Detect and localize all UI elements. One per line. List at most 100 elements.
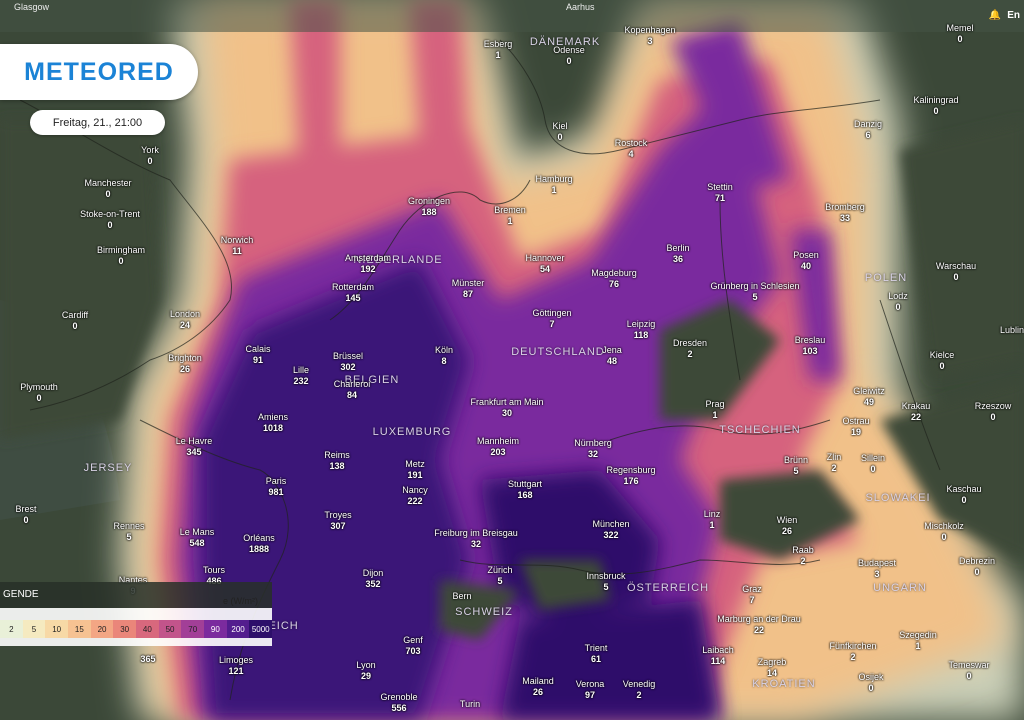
city-marker[interactable]: Kaliningrad 0 — [913, 95, 958, 117]
city-marker[interactable]: Mannheim 203 — [477, 436, 519, 458]
city-marker[interactable]: Raab 2 — [792, 545, 814, 567]
city-marker[interactable]: Fünfkirchen 2 — [829, 641, 876, 663]
city-marker[interactable]: Budapest 3 — [858, 558, 896, 580]
city-marker[interactable]: Temeswar 0 — [948, 660, 989, 682]
brand-logo[interactable]: METEORED — [0, 44, 198, 100]
city-marker[interactable]: Berlin 36 — [666, 243, 689, 265]
city-marker[interactable]: Kielce 0 — [930, 350, 955, 372]
city-marker[interactable]: Sillein 0 — [861, 453, 885, 475]
city-marker[interactable]: Venedig 2 — [623, 679, 656, 701]
bell-icon[interactable]: 🔔 — [989, 10, 1001, 21]
city-marker[interactable]: Brighton 26 — [168, 353, 202, 375]
city-marker[interactable]: Reims 138 — [324, 450, 350, 472]
city-marker[interactable]: Charleroi 84 — [334, 379, 371, 401]
city-marker[interactable]: Marburg an der Drau 22 — [717, 614, 801, 636]
city-marker[interactable]: Magdeburg 76 — [591, 268, 637, 290]
city-marker[interactable]: Freiburg im Breisgau 32 — [434, 528, 518, 550]
city-marker[interactable]: Brüssel 302 — [333, 351, 363, 373]
city-marker[interactable]: Mischkolz 0 — [924, 521, 964, 543]
city-marker[interactable]: Brünn 5 — [784, 455, 808, 477]
legend[interactable]: GENDE e (W/m²) 2 5 10 15 20 30 40 50 70 90 200 5000 — [0, 582, 273, 652]
city-marker[interactable]: Danzig 6 — [854, 119, 882, 141]
city-marker[interactable]: Kopenhagen 3 — [624, 25, 675, 47]
city-marker[interactable]: Münster 87 — [452, 278, 485, 300]
top-right-controls[interactable]: 🔔 En — [989, 10, 1020, 21]
city-marker[interactable]: Hannover 54 — [525, 253, 564, 275]
city-marker[interactable]: Odense 0 — [553, 45, 585, 67]
city-marker[interactable]: Le Mans 548 — [180, 527, 215, 549]
city-marker[interactable]: Turin — [460, 699, 480, 710]
city-marker[interactable]: Rzeszow 0 — [975, 401, 1012, 423]
city-marker[interactable]: Kaschau 0 — [946, 484, 981, 506]
city-marker[interactable]: Prag 1 — [705, 399, 724, 421]
city-marker[interactable]: Stettin 71 — [707, 182, 733, 204]
city-marker[interactable]: Jena 48 — [602, 345, 622, 367]
city-marker[interactable]: Rotterdam 145 — [332, 282, 374, 304]
city-marker[interactable]: Trient 61 — [585, 643, 608, 665]
city-marker[interactable]: Stoke-on-Trent 0 — [80, 209, 140, 231]
city-marker[interactable]: Lyon 29 — [356, 660, 375, 682]
city-marker[interactable]: Nancy 222 — [402, 485, 428, 507]
city-marker[interactable]: Limoges 121 — [219, 655, 253, 677]
city-marker[interactable]: Calais 91 — [245, 344, 270, 366]
city-marker[interactable]: Leipzig 118 — [627, 319, 656, 341]
language-label[interactable]: En — [1007, 10, 1020, 21]
city-marker[interactable]: Osijek 0 — [858, 672, 883, 694]
city-marker[interactable]: Grenoble 556 — [380, 692, 417, 714]
city-marker[interactable]: Nürnberg 32 — [574, 438, 612, 460]
city-marker[interactable]: Regensburg 176 — [606, 465, 655, 487]
city-marker[interactable]: Gleiwitz 49 — [853, 386, 885, 408]
city-marker[interactable]: Posen 40 — [793, 250, 819, 272]
city-marker[interactable]: York 0 — [141, 145, 159, 167]
city-marker[interactable]: Lublin — [1000, 325, 1024, 336]
city-marker[interactable]: Debrezin 0 — [959, 556, 995, 578]
city-marker[interactable]: Plymouth 0 — [20, 382, 58, 404]
city-marker[interactable]: Frankfurt am Main 30 — [470, 397, 543, 419]
city-marker[interactable]: Amiens 1018 — [258, 412, 288, 434]
city-marker[interactable]: London 24 — [170, 309, 200, 331]
city-marker[interactable]: Linz 1 — [704, 509, 721, 531]
city-marker[interactable]: Hamburg 1 — [535, 174, 572, 196]
city-marker[interactable]: Laibach 114 — [702, 645, 734, 667]
city-marker[interactable]: Stuttgart 168 — [508, 479, 542, 501]
city-marker[interactable]: Krakau 22 — [902, 401, 931, 423]
city-marker[interactable]: Lille 232 — [293, 365, 309, 387]
city-marker[interactable]: Groningen 188 — [408, 196, 450, 218]
city-marker[interactable]: Zagreb 14 — [758, 657, 787, 679]
city-marker[interactable]: Genf 703 — [403, 635, 423, 657]
city-marker[interactable]: Grünberg in Schlesien 5 — [710, 281, 799, 303]
date-selector[interactable]: Freitag, 21., 21:00 — [30, 110, 165, 135]
city-marker[interactable]: München 322 — [592, 519, 629, 541]
city-marker[interactable]: Memel 0 — [946, 23, 973, 45]
city-marker[interactable]: Brest 0 — [15, 504, 36, 526]
city-marker[interactable]: Lodz 0 — [888, 291, 908, 313]
city-marker[interactable]: Cardiff 0 — [62, 310, 88, 332]
city-marker[interactable]: Troyes 307 — [324, 510, 351, 532]
city-marker[interactable]: Zürich 5 — [487, 565, 512, 587]
city-marker[interactable]: Zlin 2 — [827, 452, 842, 474]
city-marker[interactable]: Amsterdam 192 — [345, 253, 391, 275]
city-marker[interactable]: Paris 981 — [266, 476, 287, 498]
city-marker[interactable]: Mailand 26 — [522, 676, 554, 698]
city-marker[interactable]: Dijon 352 — [363, 568, 384, 590]
city-marker[interactable]: Verona 97 — [576, 679, 605, 701]
city-marker[interactable]: Esberg 1 — [484, 39, 513, 61]
city-marker[interactable]: Bern — [452, 591, 471, 602]
city-marker[interactable]: Orléans 1888 — [243, 533, 275, 555]
city-marker[interactable]: Birmingham 0 — [97, 245, 145, 267]
city-marker[interactable]: Innsbruck 5 — [586, 571, 625, 593]
city-marker[interactable]: Dresden 2 — [673, 338, 707, 360]
city-marker[interactable]: Rostock 4 — [615, 138, 648, 160]
city-marker[interactable]: Bromberg 33 — [825, 202, 865, 224]
city-marker[interactable]: Breslau 103 — [795, 335, 826, 357]
city-marker[interactable]: Bremen 1 — [494, 205, 526, 227]
city-marker[interactable]: Le Havre 345 — [176, 436, 213, 458]
city-marker[interactable]: Szegedin 1 — [899, 630, 937, 652]
city-marker[interactable]: Norwich 11 — [221, 235, 254, 257]
city-marker[interactable]: Kiel 0 — [552, 121, 567, 143]
city-marker[interactable]: Graz 7 — [742, 584, 762, 606]
city-marker[interactable]: Ostrau 19 — [842, 416, 869, 438]
city-marker[interactable]: Manchester 0 — [84, 178, 131, 200]
city-marker[interactable]: Warschau 0 — [936, 261, 976, 283]
city-marker[interactable]: Rennes 5 — [113, 521, 144, 543]
